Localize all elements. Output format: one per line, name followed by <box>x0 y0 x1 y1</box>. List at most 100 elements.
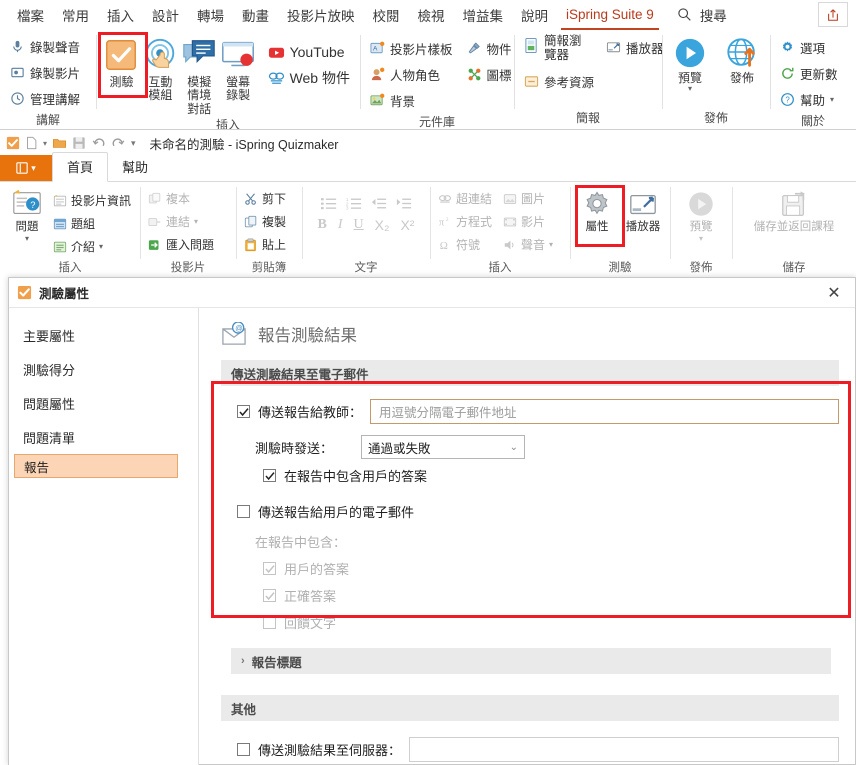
ribbon-item-record-audio[interactable]: 錄製聲音 <box>6 33 84 59</box>
ribbon-group-label: 發佈 <box>662 109 770 129</box>
underline-button[interactable]: U <box>354 217 364 233</box>
ppt-tab-ispring-suite[interactable]: iSpring Suite 9 <box>557 4 663 25</box>
qm-item-sound[interactable]: 聲音 ▾ <box>500 233 556 256</box>
qm-item-copy[interactable]: 複製 <box>241 210 289 233</box>
qm-item-question[interactable]: ? 問題 ▾ <box>5 186 49 243</box>
ppt-tab-help[interactable]: 說明 <box>512 2 557 28</box>
nav-item-quiz-score[interactable]: 測驗得分 <box>9 352 198 386</box>
chevron-down-icon[interactable]: ▾ <box>549 240 553 249</box>
ppt-tab-home[interactable]: 常用 <box>53 2 98 28</box>
send-to-user-checkbox[interactable] <box>237 505 250 518</box>
chevron-down-icon[interactable]: ▾ <box>830 95 834 104</box>
qm-item-player[interactable]: 播放器 <box>621 188 665 234</box>
quizmaker-tab-help[interactable]: 幫助 <box>108 153 162 181</box>
increase-indent-icon[interactable] <box>396 197 412 210</box>
ribbon-item-updates[interactable]: 更新數 <box>776 60 842 86</box>
chevron-down-icon[interactable]: ▾ <box>699 234 703 243</box>
send-to-instructor-checkbox[interactable] <box>237 405 250 418</box>
share-button[interactable] <box>818 2 848 27</box>
ribbon-item-publish[interactable]: 發佈 <box>720 33 764 85</box>
chevron-down-icon[interactable]: ▾ <box>25 234 29 243</box>
ribbon-item-screen-recording[interactable]: 螢幕錄製 <box>219 33 258 103</box>
qm-item-link[interactable]: 連結 ▾ <box>145 210 217 233</box>
include-user-answers-checkbox[interactable] <box>263 469 276 482</box>
italic-button[interactable]: I <box>338 217 343 233</box>
qm-item-paste[interactable]: 貼上 <box>241 233 289 256</box>
qm-item-save-return[interactable]: 儲存並返回課程 <box>739 188 849 234</box>
qm-item-symbol[interactable]: Ω 符號 <box>435 233 495 256</box>
ribbon-item-interaction[interactable]: 互動模組 <box>141 33 180 103</box>
new-file-icon[interactable] <box>25 136 38 150</box>
chevron-down-icon[interactable]: ▾ <box>688 85 692 93</box>
qm-item-question-group[interactable]: 題組 <box>50 212 134 235</box>
save-icon[interactable] <box>72 136 86 150</box>
nav-item-report[interactable]: 報告 <box>14 454 178 478</box>
instructor-email-input[interactable]: 用逗號分隔電子郵件地址 <box>370 399 839 424</box>
ribbon-item-quiz[interactable]: 測驗 <box>102 33 141 89</box>
nav-item-main-properties[interactable]: 主要屬性 <box>9 318 198 352</box>
ppt-tab-file[interactable]: 檔案 <box>8 2 53 28</box>
send-when-select[interactable]: 通過或失敗 ⌄ <box>361 435 525 459</box>
ppt-tab-review[interactable]: 校閱 <box>364 2 409 28</box>
ribbon-item-web-object[interactable]: Web 物件 <box>264 65 354 91</box>
ribbon-item-object[interactable]: 物件 <box>463 35 516 61</box>
qm-item-slide-info[interactable]: 投影片資訊 <box>50 189 134 212</box>
ribbon-item-slide-template[interactable]: A 投影片樣板 <box>366 35 457 61</box>
undo-icon[interactable] <box>91 136 106 150</box>
ppt-tab-design[interactable]: 設計 <box>143 2 188 28</box>
open-folder-icon[interactable] <box>52 136 67 150</box>
ribbon-item-resources[interactable]: 參考資源 <box>520 68 598 94</box>
ribbon-item-presentation-explorer[interactable]: 簡報瀏覽器 <box>520 34 598 68</box>
customize-qat-icon[interactable]: ▾ <box>131 138 136 149</box>
redo-icon[interactable] <box>111 136 126 150</box>
superscript-button[interactable]: X² <box>400 217 414 233</box>
qm-item-import-question[interactable]: 匯入問題 <box>145 233 217 256</box>
quizmaker-file-menu-button[interactable]: ▾ <box>0 155 52 181</box>
ribbon-item-label: 模擬情境對話 <box>182 76 216 116</box>
bullet-list-icon[interactable] <box>321 197 337 210</box>
server-url-input[interactable] <box>409 737 839 762</box>
ribbon-item-manage-narration[interactable]: 管理講解 <box>6 85 84 111</box>
chevron-down-icon[interactable]: ▾ <box>99 242 103 251</box>
ribbon-item-preview[interactable]: 預覽 ▾ <box>668 33 712 93</box>
quizmaker-tab-home[interactable]: 首頁 <box>52 152 108 182</box>
ribbon-item-dialogue-sim[interactable]: 模擬情境對話 <box>180 33 219 116</box>
section-header-report-title[interactable]: › 報告標題 <box>231 648 831 674</box>
send-to-server-checkbox[interactable] <box>237 743 250 756</box>
section-header-other: 其他 <box>221 695 839 721</box>
chevron-down-icon[interactable]: ▾ <box>43 139 47 148</box>
nav-item-question-properties[interactable]: 問題屬性 <box>9 386 198 420</box>
ribbon-item-help[interactable]: ? 幫助 ▾ <box>776 86 842 112</box>
ppt-tab-insert[interactable]: 插入 <box>98 2 143 28</box>
ppt-tab-view[interactable]: 檢視 <box>409 2 454 28</box>
ppt-tab-addins[interactable]: 增益集 <box>454 2 513 28</box>
bold-button[interactable]: B <box>318 217 327 233</box>
ribbon-item-record-video[interactable]: 錄製影片 <box>6 59 84 85</box>
subscript-button[interactable]: X₂ <box>375 217 390 233</box>
ribbon-search[interactable]: 搜尋 <box>677 5 727 25</box>
qm-item-intro[interactable]: 介紹 ▾ <box>50 235 134 258</box>
qm-item-label: 播放器 <box>626 221 661 234</box>
chevron-down-icon[interactable]: ▾ <box>194 217 198 226</box>
qm-item-properties[interactable]: 屬性 <box>575 188 619 234</box>
nav-item-question-list[interactable]: 問題清單 <box>9 420 198 454</box>
qm-item-preview[interactable]: 預覽 ▾ <box>676 188 726 243</box>
qm-item-equation[interactable]: π2 方程式 <box>435 210 495 233</box>
close-icon[interactable]: ✕ <box>821 282 847 304</box>
qm-item-video[interactable]: 影片 <box>500 210 556 233</box>
ribbon-item-background[interactable]: 背景 <box>366 87 457 113</box>
ppt-tab-slideshow[interactable]: 投影片放映 <box>278 2 364 28</box>
numbered-list-icon[interactable]: 123 <box>346 197 362 210</box>
ribbon-item-icons[interactable]: 圖標 <box>463 61 516 87</box>
ribbon-item-character[interactable]: 人物角色 <box>366 61 457 87</box>
qm-item-duplicate[interactable]: 複本 <box>145 187 217 210</box>
qm-item-picture[interactable]: 圖片 <box>500 187 556 210</box>
ribbon-item-youtube[interactable]: YouTube <box>264 39 354 65</box>
decrease-indent-icon[interactable] <box>371 197 387 210</box>
ribbon-item-options[interactable]: 選項 <box>776 34 842 60</box>
ppt-tab-transitions[interactable]: 轉場 <box>188 2 233 28</box>
qm-item-cut[interactable]: 剪下 <box>241 187 289 210</box>
ppt-tab-animations[interactable]: 動畫 <box>233 2 278 28</box>
qm-item-hyperlink[interactable]: 超連結 <box>435 187 495 210</box>
ribbon-item-player[interactable]: 播放器 <box>602 34 668 60</box>
